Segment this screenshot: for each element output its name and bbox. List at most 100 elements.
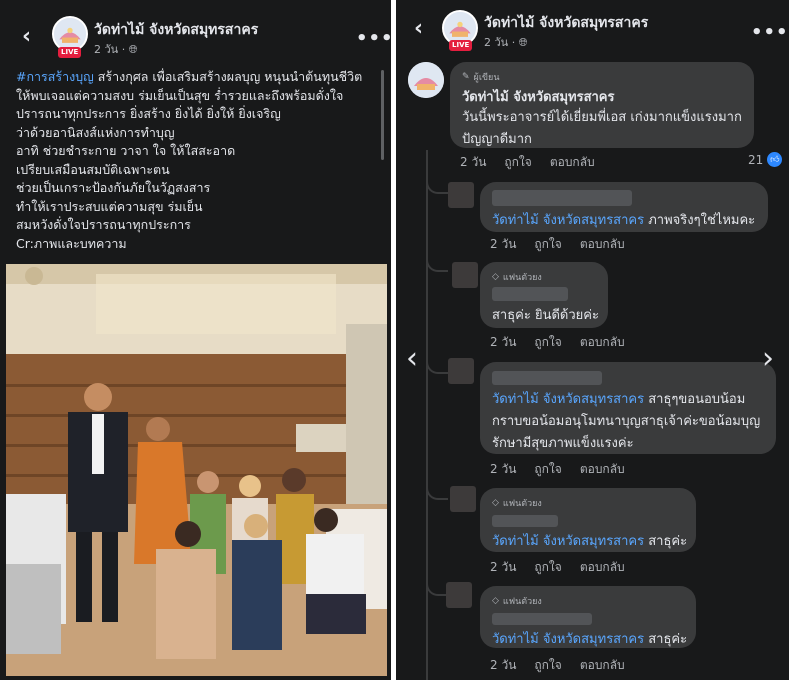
mention-link[interactable]: วัดท่าไม้ จังหวัดสมุทรสาคร (492, 213, 644, 228)
temple-logo-icon (54, 18, 86, 50)
reply-avatar[interactable] (452, 262, 478, 288)
comment-time[interactable]: 2 วัน (460, 155, 486, 169)
reply-bubble[interactable]: วัดท่าไม้ จังหวัดสมุทรสาคร ภาพจริงๆใช่ไห… (480, 182, 768, 232)
next-arrow-icon[interactable]: › (762, 344, 774, 374)
thumbs-up-icon: 👍︎ (767, 152, 783, 167)
globe-icon: 🌐︎ (128, 43, 138, 56)
post-time: 2 วัน · 🌐︎ (484, 33, 528, 51)
mention-link[interactable]: วัดท่าไม้ จังหวัดสมุทรสาคร (492, 392, 644, 407)
post-photo[interactable] (6, 264, 387, 676)
comments-header: ‹ LIVE วัดท่าไม้ จังหวัดสมุทรสาคร 2 วัน … (396, 0, 789, 62)
diamond-icon: ◇ (492, 272, 499, 282)
reply-line: รักษามีสุขภาพแข็งแรงค่ะ (492, 436, 634, 451)
reply-connector (426, 578, 448, 596)
fan-badge-label: แฟนตัวยง (502, 273, 542, 283)
author-badge-label: ผู้เขียน (473, 73, 500, 83)
post-time-text: 2 วัน · (484, 36, 516, 49)
reply-avatar[interactable] (448, 182, 474, 208)
reply-bubble[interactable]: ◇ แฟนตัวยง วัดท่าไม้ จังหวัดสมุทรสาคร สาธ… (480, 488, 696, 552)
mention-link[interactable]: วัดท่าไม้ จังหวัดสมุทรสาคร (492, 632, 644, 647)
like-link[interactable]: ถูกใจ (534, 560, 561, 574)
reply-line-text: สาธุๆขอนอบน้อม (644, 392, 746, 407)
post-line-8: ทำให้เราประสบแต่ความสุข ร่มเย็น (16, 198, 203, 214)
reply-author-redacted (492, 190, 756, 210)
previous-arrow-icon[interactable]: ‹ (406, 344, 418, 374)
reply-actions: 2 วัน ถูกใจ ตอบกลับ (490, 460, 643, 479)
reply-link[interactable]: ตอบกลับ (580, 335, 625, 349)
fan-badge: ◇ แฟนตัวยง (492, 270, 596, 284)
page-name[interactable]: วัดท่าไม้ จังหวัดสมุทรสาคร (94, 19, 258, 41)
comments-panel: ‹ LIVE วัดท่าไม้ จังหวัดสมุทรสาคร 2 วัน … (396, 0, 789, 680)
diamond-icon: ◇ (492, 498, 499, 508)
reply-link[interactable]: ตอบกลับ (550, 155, 595, 169)
more-options-icon[interactable]: ••• (356, 28, 391, 49)
reply-avatar[interactable] (446, 582, 472, 608)
comment-author[interactable]: วัดท่าไม้ จังหวัดสมุทรสาคร (462, 86, 742, 107)
redacted-name (492, 515, 558, 527)
reply-author-redacted (492, 286, 596, 305)
like-link[interactable]: ถูกใจ (534, 462, 561, 476)
redacted-name (492, 190, 632, 206)
post-time: 2 วัน · 🌐︎ (94, 40, 138, 58)
live-badge: LIVE (58, 47, 82, 58)
comment-line: วันนี้พระอาจารย์ได้เยี่ยมพี่เอส เก่งมากแ… (462, 110, 742, 125)
redacted-name (492, 613, 592, 625)
reply-author-redacted (492, 610, 684, 629)
reply-text-content: ภาพจริงๆใช่ไหมคะ (644, 213, 756, 228)
like-link[interactable]: ถูกใจ (534, 237, 561, 251)
reply-link[interactable]: ตอบกลับ (580, 560, 625, 574)
reply-actions: 2 วัน ถูกใจ ตอบกลับ (490, 333, 643, 352)
comment-time[interactable]: 2 วัน (490, 560, 516, 574)
reply-link[interactable]: ตอบกลับ (580, 658, 625, 672)
group-photo-image (6, 264, 387, 676)
live-badge: LIVE (449, 40, 473, 51)
post-line-7: ช่วยเป็นเกราะป้องกันภัยในวัฏสงสาร (16, 180, 211, 195)
reply-link[interactable]: ตอบกลับ (580, 462, 625, 476)
reply-connector (426, 482, 448, 500)
post-line-9: สมหวังดั่งใจปรารถนาทุกประการ (16, 217, 191, 232)
reply-actions: 2 วัน ถูกใจ ตอบกลับ (490, 656, 643, 675)
back-arrow-icon[interactable]: ‹ (414, 18, 423, 40)
reply-connector (426, 254, 448, 272)
like-link[interactable]: ถูกใจ (504, 155, 531, 169)
reply-avatar[interactable] (448, 358, 474, 384)
page-name[interactable]: วัดท่าไม้ จังหวัดสมุทรสาคร (484, 12, 648, 34)
globe-icon: 🌐︎ (518, 36, 528, 49)
more-options-icon[interactable]: ••• (751, 22, 789, 43)
comment-time[interactable]: 2 วัน (490, 237, 516, 251)
fan-badge-label: แฟนตัวยง (502, 597, 542, 607)
post-line-2: ให้พบเจอแต่ความสงบ ร่มเย็นเป็นสุข ร่ำรวย… (16, 87, 344, 103)
comment-time[interactable]: 2 วัน (490, 335, 516, 349)
post-header: ‹ LIVE วัดท่าไม้ จังหวัดสมุทรสาคร 2 วัน … (0, 0, 391, 62)
comment-time[interactable]: 2 วัน (490, 462, 516, 476)
reply-text: สาธุค่ะ ยินดีด้วยค่ะ (492, 308, 599, 323)
reply-actions: 2 วัน ถูกใจ ตอบกลับ (490, 558, 643, 577)
reply-bubble[interactable]: ◇ แฟนตัวยง วัดท่าไม้ จังหวัดสมุทรสาคร สาธ… (480, 586, 696, 648)
comment-avatar[interactable] (408, 62, 444, 98)
author-badge: ✎ ผู้เขียน (462, 70, 742, 84)
reply-avatar[interactable] (450, 486, 476, 512)
text-scrollbar[interactable] (381, 70, 384, 160)
reply-link[interactable]: ตอบกลับ (580, 237, 625, 251)
comment-bubble[interactable]: ✎ ผู้เขียน วัดท่าไม้ จังหวัดสมุทรสาคร วัน… (450, 62, 754, 148)
comment-time[interactable]: 2 วัน (490, 658, 516, 672)
post-line-4: ว่าด้วยอานิสงส์แห่งการทำบุญ (16, 124, 175, 140)
back-arrow-icon[interactable]: ‹ (22, 26, 31, 48)
reply-text: วัดท่าไม้ จังหวัดสมุทรสาคร สาธุค่ะ (492, 629, 687, 651)
post-line-10: Cr:ภาพและบทความ (16, 235, 127, 251)
reply-bubble[interactable]: ◇ แฟนตัวยง สาธุค่ะ ยินดีด้วยค่ะ (480, 262, 608, 328)
hashtag-link[interactable]: #การสร้างบุญ (16, 69, 94, 84)
comment-actions: 2 วัน ถูกใจ ตอบกลับ (460, 153, 613, 172)
reply-bubble[interactable]: วัดท่าไม้ จังหวัดสมุทรสาคร สาธุๆขอนอบน้อ… (480, 362, 776, 454)
post-text: #การสร้างบุญ สร้างกุศล เพื่อเสริมสร้างผล… (16, 68, 386, 253)
reaction-summary[interactable]: 21 👍︎ (748, 152, 783, 167)
diamond-icon: ◇ (492, 596, 499, 606)
reply-author-redacted (492, 512, 684, 531)
fan-badge: ◇ แฟนตัวยง (492, 594, 684, 608)
like-link[interactable]: ถูกใจ (534, 335, 561, 349)
post-line-text: สร้างกุศล เพื่อเสริมสร้างผลบุญ หนุนนำต้น… (93, 69, 363, 84)
post-line-5: อาทิ ช่วยชำระกาย วาจา ใจ ให้ใสสะอาด (16, 143, 236, 158)
like-link[interactable]: ถูกใจ (534, 658, 561, 672)
mention-link[interactable]: วัดท่าไม้ จังหวัดสมุทรสาคร (492, 534, 644, 549)
reply-text: วัดท่าไม้ จังหวัดสมุทรสาคร สาธุค่ะ (492, 531, 687, 553)
